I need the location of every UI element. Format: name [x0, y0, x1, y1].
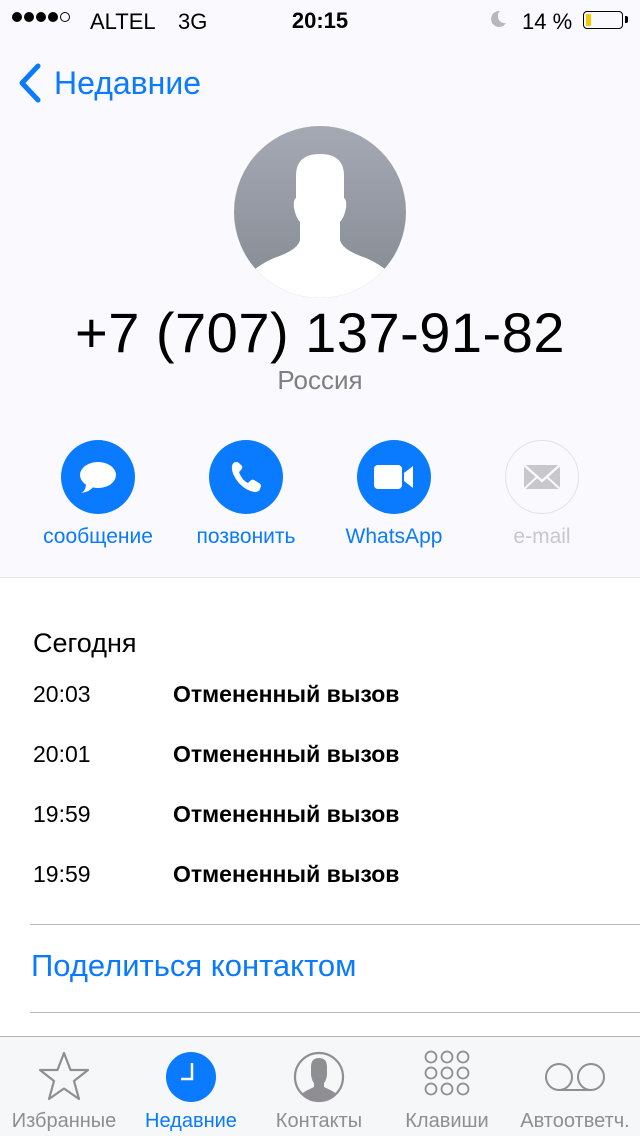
call-time: 19:59: [33, 801, 91, 827]
message-button-circle: [61, 440, 135, 514]
back-button[interactable]: Недавние: [16, 62, 201, 104]
clock-icon: [166, 1052, 216, 1102]
battery-fill: [586, 14, 591, 26]
message-bubble-icon: [80, 462, 116, 493]
tab-favorites-label: Избранные: [11, 1110, 117, 1132]
battery-tip: [625, 16, 628, 23]
tab-voicemail-label: Автоответч.: [520, 1110, 630, 1132]
tab-contacts[interactable]: Контакты: [255, 1037, 383, 1136]
tab-favorites[interactable]: Избранные: [0, 1037, 128, 1136]
call-time: 20:01: [33, 741, 91, 767]
star-icon: [38, 1051, 90, 1101]
battery-percent: 14 %: [522, 9, 573, 34]
call-status: Отмененный вызов: [173, 801, 400, 827]
divider: [30, 1012, 640, 1013]
call-time: 20:03: [33, 681, 91, 707]
whatsapp-label: WhatsApp: [345, 525, 443, 548]
back-label: Недавние: [54, 64, 202, 101]
voicemail-icon: [545, 1063, 605, 1091]
email-label: e-mail: [513, 525, 571, 548]
call-status: Отмененный вызов: [173, 741, 400, 767]
call-time: 19:59: [33, 861, 91, 887]
tab-recents[interactable]: Недавние: [127, 1037, 255, 1136]
moon-icon: [491, 10, 506, 27]
phone-number: +7 (707) 137-91-82: [74, 301, 565, 364]
chevron-left-icon: [19, 63, 41, 103]
phone-icon: [231, 462, 261, 492]
share-contact-button[interactable]: Поделиться контактом: [31, 948, 356, 984]
email-button[interactable]: e-mail: [467, 440, 617, 549]
tab-keypad-label: Клавиши: [405, 1110, 489, 1132]
tab-bar: Избранные Недавние Контакты Клавиши Авто…: [0, 1036, 640, 1136]
envelope-icon: [523, 464, 561, 490]
tab-keypad[interactable]: Клавиши: [383, 1037, 511, 1136]
battery-icon: [583, 11, 623, 29]
status-bar: ALTEL 3G 20:15 14 %: [0, 0, 640, 40]
tab-voicemail[interactable]: Автоответч.: [511, 1037, 639, 1136]
message-label: сообщение: [43, 525, 153, 548]
divider: [30, 924, 640, 925]
whatsapp-video-button[interactable]: WhatsApp: [319, 440, 469, 549]
call-status: Отмененный вызов: [173, 861, 400, 887]
email-button-circle: [505, 440, 579, 514]
call-label: позвонить: [196, 525, 296, 548]
video-camera-icon: [374, 465, 413, 489]
contact-icon: [293, 1051, 345, 1103]
call-button-circle: [209, 440, 283, 514]
whatsapp-button-circle: [357, 440, 431, 514]
calls-section-title: Сегодня: [33, 628, 137, 658]
country-label: Россия: [277, 365, 363, 395]
avatar: [234, 126, 406, 298]
person-silhouette-icon: [248, 154, 392, 298]
tab-contacts-label: Контакты: [275, 1110, 363, 1132]
keypad-icon: [424, 1050, 470, 1096]
call-button[interactable]: позвонить: [171, 440, 321, 549]
message-button[interactable]: сообщение: [23, 440, 173, 549]
tab-recents-label: Недавние: [145, 1110, 237, 1132]
call-status: Отмененный вызов: [173, 681, 400, 707]
